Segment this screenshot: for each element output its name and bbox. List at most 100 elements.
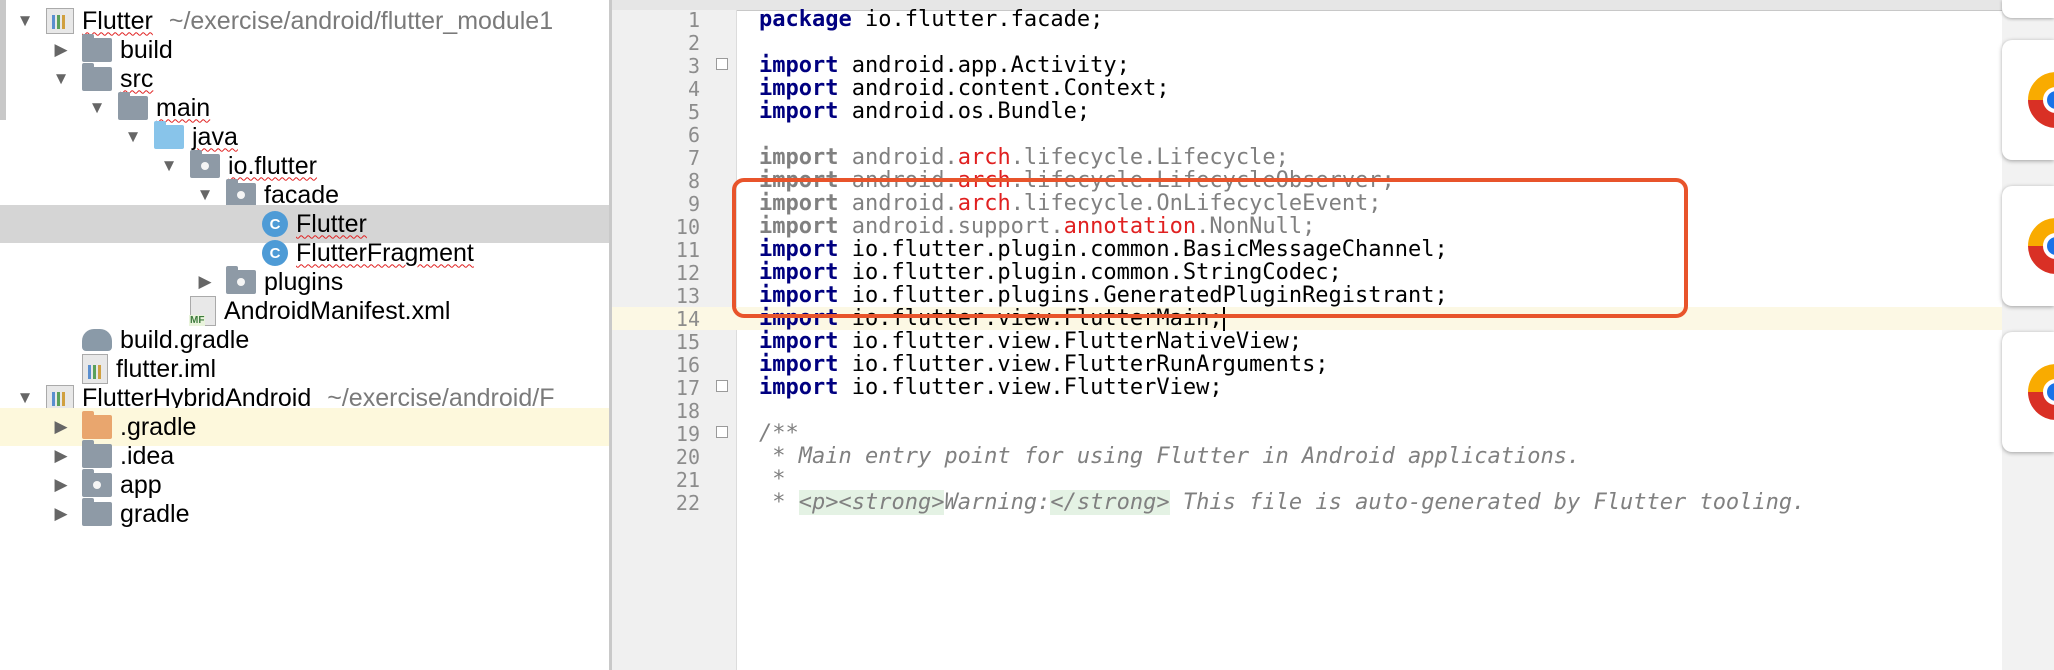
chevron-down-icon[interactable]: ▼ xyxy=(50,68,72,90)
code-text: import android.arch.lifecycle.LifecycleO… xyxy=(736,168,1395,193)
keyword-token: import xyxy=(759,191,839,216)
code-token: io.flutter.view.FlutterView; xyxy=(838,375,1223,400)
code-editor[interactable]: 1 package io.flutter.facade; 2 3 import andr… xyxy=(612,0,2002,670)
code-token: .lifecycle.OnLifecycleEvent; xyxy=(1010,191,1382,216)
line-number: 19 xyxy=(675,421,700,446)
code-token: android. xyxy=(838,191,958,216)
text-caret xyxy=(1222,307,1225,331)
comment-token: * xyxy=(759,490,799,515)
code-line[interactable]: 16 import io.flutter.view.FlutterRunArgum… xyxy=(612,352,2002,377)
notification-card[interactable] xyxy=(2002,332,2054,452)
code-line[interactable]: 13 import io.flutter.plugins.GeneratedPlu… xyxy=(612,283,2002,308)
code-text: import io.flutter.view.FlutterView; xyxy=(736,375,1223,400)
code-text: import android.app.Activity; xyxy=(736,53,1130,78)
code-line[interactable]: 8 import android.arch.lifecycle.Lifecycle… xyxy=(612,168,2002,193)
package-dot xyxy=(237,278,245,286)
chevron-right-icon[interactable]: ▶ xyxy=(50,416,72,438)
notification-card[interactable] xyxy=(2002,40,2054,160)
unresolved-token: annotation xyxy=(1063,214,1197,239)
notification-card-top[interactable] xyxy=(2002,0,2054,18)
code-token: android.app.Activity; xyxy=(838,53,1130,78)
comment-token: * xyxy=(759,467,786,492)
keyword-token: import xyxy=(759,306,839,331)
code-line[interactable]: 11 import io.flutter.plugin.common.BasicM… xyxy=(612,237,2002,262)
folder-icon xyxy=(82,440,112,468)
tree-row-gradle[interactable]: ▶ gradle xyxy=(0,495,611,533)
code-text: import io.flutter.view.FlutterRunArgumen… xyxy=(736,352,1329,377)
code-line[interactable]: 4 import android.content.Context; xyxy=(612,76,2002,101)
code-line[interactable]: 12 import io.flutter.plugin.common.String… xyxy=(612,260,2002,285)
code-line[interactable]: 7 import android.arch.lifecycle.Lifecycle… xyxy=(612,145,2002,170)
chevron-down-icon[interactable]: ▼ xyxy=(194,184,216,206)
line-number: 20 xyxy=(675,444,700,469)
code-text: import io.flutter.plugin.common.StringCo… xyxy=(736,260,1342,285)
line-number: 8 xyxy=(687,168,700,193)
keyword-token: import xyxy=(759,99,839,124)
chrome-icon xyxy=(2028,364,2054,420)
bars-glyph xyxy=(88,365,102,379)
code-line[interactable]: 14 import io.flutter.view.FlutterMain; xyxy=(612,306,2002,331)
code-line[interactable]: 5 import android.os.Bundle; xyxy=(612,99,2002,124)
line-number: 2 xyxy=(687,30,700,55)
code-line[interactable]: 22 * <p><strong>Warning:</strong> This f… xyxy=(612,490,2002,515)
code-line[interactable]: 2 xyxy=(612,30,2002,55)
chevron-right-icon[interactable]: ▶ xyxy=(50,445,72,467)
code-line[interactable]: 9 import android.arch.lifecycle.OnLifecyc… xyxy=(612,191,2002,216)
code-token: .lifecycle.LifecycleObserver; xyxy=(1010,168,1395,193)
code-text: import io.flutter.plugins.GeneratedPlugi… xyxy=(736,283,1448,308)
code-line[interactable]: 20 * Main entry point for using Flutter … xyxy=(612,444,2002,469)
code-line[interactable]: 3 import android.app.Activity; xyxy=(612,53,2002,78)
code-text: import android.arch.lifecycle.Lifecycle; xyxy=(736,145,1289,170)
code-token: io.flutter.view.FlutterNativeView; xyxy=(838,329,1303,354)
code-token: .NonNull; xyxy=(1196,214,1316,239)
code-line[interactable]: 17 import io.flutter.view.FlutterView; xyxy=(612,375,2002,400)
code-text: * <p><strong>Warning:</strong> This file… xyxy=(736,490,1805,515)
keyword-token: import xyxy=(759,283,839,308)
code-text: import android.os.Bundle; xyxy=(736,99,1090,124)
code-token: io.flutter.plugins.GeneratedPluginRegist… xyxy=(838,283,1448,308)
code-token: io.flutter.view.FlutterMain; xyxy=(838,306,1223,331)
right-side-panel xyxy=(2002,0,2054,670)
keyword-token: import xyxy=(759,76,839,101)
line-number: 4 xyxy=(687,76,700,101)
line-number: 15 xyxy=(675,329,700,354)
comment-token: This file is auto-generated by Flutter t… xyxy=(1169,490,1806,515)
chevron-down-icon[interactable]: ▼ xyxy=(86,97,108,119)
code-line[interactable]: 6 xyxy=(612,123,2002,147)
source-folder-icon xyxy=(154,121,184,149)
bars-glyph xyxy=(52,15,66,29)
keyword-token: import xyxy=(759,375,839,400)
fold-marker-icon[interactable] xyxy=(716,57,728,70)
line-number: 22 xyxy=(675,490,700,515)
chrome-icon xyxy=(2028,218,2054,274)
excluded-folder-icon xyxy=(82,411,112,439)
chevron-right-icon[interactable]: ▶ xyxy=(50,39,72,61)
code-text: import android.arch.lifecycle.OnLifecycl… xyxy=(736,191,1382,216)
chevron-down-icon[interactable]: ▼ xyxy=(14,10,36,32)
chevron-down-icon[interactable]: ▼ xyxy=(122,126,144,148)
notification-card[interactable] xyxy=(2002,186,2054,306)
code-line[interactable]: 15 import io.flutter.view.FlutterNativeVi… xyxy=(612,329,2002,354)
code-text: import io.flutter.plugin.common.BasicMes… xyxy=(736,237,1448,262)
chevron-right-icon[interactable]: ▶ xyxy=(50,474,72,496)
folder-icon xyxy=(82,34,112,62)
chevron-down-icon[interactable]: ▼ xyxy=(158,155,180,177)
code-line[interactable]: 19 /** xyxy=(612,421,2002,446)
code-line[interactable]: 18 xyxy=(612,399,2002,423)
keyword-token: import xyxy=(759,214,839,239)
chevron-right-icon[interactable]: ▶ xyxy=(50,503,72,525)
fold-marker-icon[interactable] xyxy=(716,425,728,438)
project-tree: ▼ Flutter ~/exercise/android/flutter_modul… xyxy=(0,0,611,670)
package-icon xyxy=(226,179,256,207)
code-text: import android.content.Context; xyxy=(736,76,1170,101)
code-token: android. xyxy=(838,168,958,193)
fold-marker-icon[interactable] xyxy=(716,379,728,392)
code-line[interactable]: 1 package io.flutter.facade; xyxy=(612,7,2002,32)
chevron-down-icon[interactable]: ▼ xyxy=(14,387,36,409)
line-number: 1 xyxy=(687,7,700,32)
keyword-token: import xyxy=(759,168,839,193)
code-line[interactable]: 10 import android.support.annotation.NonN… xyxy=(612,214,2002,239)
bars-glyph xyxy=(52,392,66,406)
code-line[interactable]: 21 * xyxy=(612,467,2002,492)
chevron-right-icon[interactable]: ▶ xyxy=(194,271,216,293)
